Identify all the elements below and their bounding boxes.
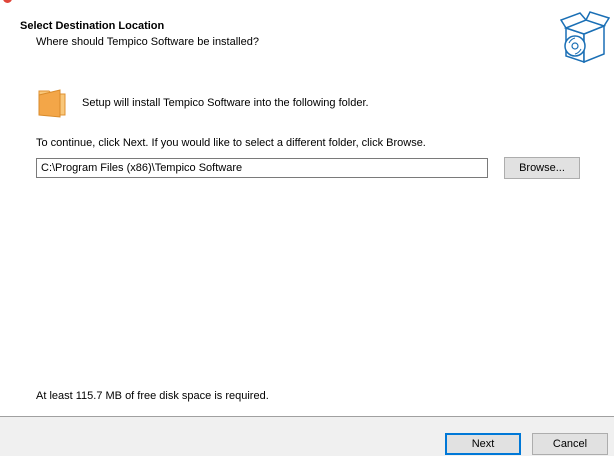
disk-space-text: At least 115.7 MB of free disk space is …: [36, 390, 269, 402]
page-subtitle: Where should Tempico Software be install…: [36, 36, 259, 48]
app-icon: [3, 0, 12, 3]
title-bar-fragment: [0, 0, 70, 4]
wizard-footer: Next Cancel: [0, 416, 614, 456]
destination-path-input[interactable]: [36, 158, 488, 178]
browse-button[interactable]: Browse...: [504, 157, 580, 179]
install-intro-text: Setup will install Tempico Software into…: [82, 97, 369, 109]
page-title: Select Destination Location: [20, 20, 165, 32]
install-box-disc-icon: [560, 11, 610, 64]
folder-icon: [38, 89, 66, 118]
wizard-header: Select Destination Location Where should…: [0, 0, 614, 64]
footer-divider: [0, 416, 614, 417]
wizard-content: Setup will install Tempico Software into…: [0, 60, 614, 416]
next-button[interactable]: Next: [445, 433, 521, 455]
cancel-button[interactable]: Cancel: [532, 433, 608, 455]
instruction-text: To continue, click Next. If you would li…: [36, 137, 426, 149]
